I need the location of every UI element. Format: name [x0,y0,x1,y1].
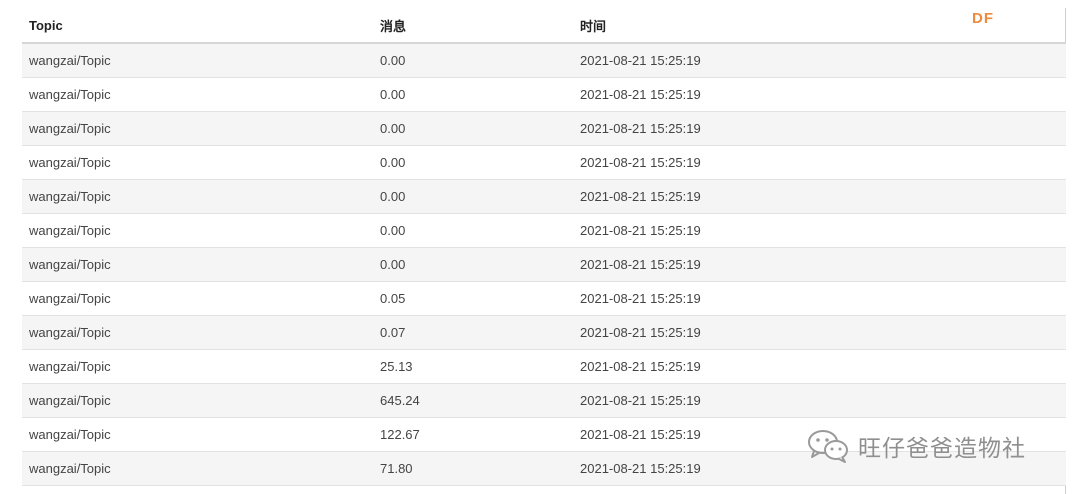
cell-topic: wangzai/Topic [22,315,373,350]
table-row: wangzai/Topic 0.00 2021-08-21 15:25:19 [22,111,1066,146]
table-row: wangzai/Topic 0.00 2021-08-21 15:25:19 [22,247,1066,282]
cell-message: 0.00 [373,111,573,146]
table-header-row: Topic 消息 时间 [22,8,1066,44]
cell-topic: wangzai/Topic [22,77,373,112]
cell-message: 25.13 [373,349,573,384]
cell-message: 71.80 [373,451,573,486]
cell-topic: wangzai/Topic [22,145,373,180]
cell-message: 122.67 [373,417,573,452]
cell-message: 0.00 [373,179,573,214]
header-topic: Topic [22,8,373,44]
table-row: wangzai/Topic 0.05 2021-08-21 15:25:19 [22,281,1066,316]
cell-topic: wangzai/Topic [22,247,373,282]
cell-topic: wangzai/Topic [22,43,373,78]
message-table: Topic 消息 时间 wangzai/Topic 0.00 2021-08-21 … [22,8,1066,486]
cell-time: 2021-08-21 15:25:19 [573,247,1066,282]
header-message: 消息 [373,8,573,44]
df-logo: DF [972,10,994,27]
cell-topic: wangzai/Topic [22,213,373,248]
cell-message: 0.00 [373,213,573,248]
cell-time: 2021-08-21 15:25:19 [573,145,1066,180]
cell-message: 0.07 [373,315,573,350]
cell-message: 0.05 [373,281,573,316]
cell-topic: wangzai/Topic [22,349,373,384]
cell-time: 2021-08-21 15:25:19 [573,43,1066,78]
cell-topic: wangzai/Topic [22,111,373,146]
cell-message: 0.00 [373,77,573,112]
cell-message: 645.24 [373,383,573,418]
cell-time: 2021-08-21 15:25:19 [573,77,1066,112]
cell-message: 0.00 [373,247,573,282]
cell-topic: wangzai/Topic [22,451,373,486]
cell-message: 0.00 [373,43,573,78]
table-row: wangzai/Topic 0.07 2021-08-21 15:25:19 [22,315,1066,350]
table-row: wangzai/Topic 25.13 2021-08-21 15:25:19 [22,349,1066,384]
table-row: wangzai/Topic 0.00 2021-08-21 15:25:19 [22,77,1066,112]
table-row: wangzai/Topic 0.00 2021-08-21 15:25:19 [22,145,1066,180]
cell-time: 2021-08-21 15:25:19 [573,383,1066,418]
cell-topic: wangzai/Topic [22,281,373,316]
cell-time: 2021-08-21 15:25:19 [573,315,1066,350]
cell-time: 2021-08-21 15:25:19 [573,349,1066,384]
table-row: wangzai/Topic 0.00 2021-08-21 15:25:19 [22,179,1066,214]
watermark: 旺仔爸爸造物社 [806,428,1026,464]
cell-time: 2021-08-21 15:25:19 [573,111,1066,146]
table-row: wangzai/Topic 645.24 2021-08-21 15:25:19 [22,383,1066,418]
message-table-container: Topic 消息 时间 wangzai/Topic 0.00 2021-08-21 … [22,8,1066,494]
cell-time: 2021-08-21 15:25:19 [573,281,1066,316]
cell-topic: wangzai/Topic [22,417,373,452]
wechat-icon [808,430,848,463]
table-body: wangzai/Topic 0.00 2021-08-21 15:25:19 wang… [22,43,1066,486]
cell-time: 2021-08-21 15:25:19 [573,179,1066,214]
table-row: wangzai/Topic 0.00 2021-08-21 15:25:19 [22,213,1066,248]
cell-topic: wangzai/Topic [22,179,373,214]
watermark-text: 旺仔爸爸造物社 [858,436,1026,462]
page: Topic 消息 时间 wangzai/Topic 0.00 2021-08-21 … [0,0,1080,494]
cell-message: 0.00 [373,145,573,180]
cell-time: 2021-08-21 15:25:19 [573,213,1066,248]
table-row: wangzai/Topic 0.00 2021-08-21 15:25:19 [22,43,1066,78]
cell-topic: wangzai/Topic [22,383,373,418]
